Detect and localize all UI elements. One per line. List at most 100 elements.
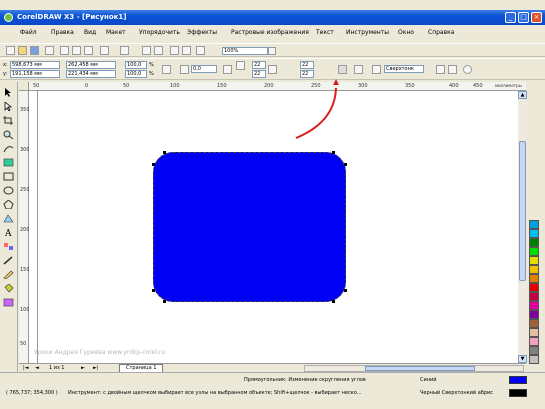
y-position-field[interactable]: 191,158 мм bbox=[10, 70, 60, 78]
palette-swatch[interactable] bbox=[529, 301, 539, 310]
welcome-screen-icon[interactable] bbox=[196, 46, 205, 55]
rectangle-tool-icon[interactable] bbox=[3, 172, 14, 181]
export-icon[interactable] bbox=[154, 46, 163, 55]
maximize-button[interactable]: □ bbox=[518, 12, 529, 23]
outline-pen-icon[interactable] bbox=[372, 65, 381, 74]
height-field[interactable]: 221,434 мм bbox=[66, 70, 116, 78]
menu-help[interactable]: Справка bbox=[428, 29, 454, 36]
palette-swatch[interactable] bbox=[529, 292, 539, 301]
palette-swatch[interactable] bbox=[529, 310, 539, 319]
interactive-fill-tool-icon[interactable] bbox=[3, 298, 14, 307]
menu-view[interactable]: Вид bbox=[84, 29, 96, 36]
palette-swatch[interactable] bbox=[529, 220, 539, 229]
save-icon[interactable] bbox=[30, 46, 39, 55]
palette-swatch[interactable] bbox=[529, 265, 539, 274]
coreldraw-app-icon[interactable] bbox=[4, 13, 13, 22]
palette-swatch[interactable] bbox=[529, 337, 539, 346]
smart-fill-tool-icon[interactable] bbox=[3, 158, 14, 167]
outline-color-swatch[interactable] bbox=[509, 389, 527, 397]
corner-top-left-field[interactable]: 22 bbox=[252, 61, 266, 69]
shape-node[interactable] bbox=[163, 300, 166, 303]
palette-swatch[interactable] bbox=[529, 346, 539, 355]
redo-icon[interactable] bbox=[120, 46, 129, 55]
rotation-angle-field[interactable]: 0,0 bbox=[191, 65, 217, 73]
polygon-tool-icon[interactable] bbox=[3, 199, 14, 210]
shape-node[interactable] bbox=[152, 289, 155, 292]
chevron-down-icon[interactable] bbox=[268, 47, 276, 55]
zoom-level-select[interactable]: 100% bbox=[222, 47, 268, 55]
palette-swatch[interactable] bbox=[529, 238, 539, 247]
lock-ratio-icon[interactable] bbox=[162, 65, 171, 74]
paste-icon[interactable] bbox=[84, 46, 93, 55]
outline-width-select[interactable]: Сверхтонк bbox=[384, 65, 424, 73]
convert-to-curves-icon[interactable] bbox=[463, 65, 472, 74]
mirror-vertical-icon[interactable] bbox=[236, 61, 245, 70]
next-page-icon[interactable]: ► bbox=[81, 365, 85, 371]
undo-icon[interactable] bbox=[100, 46, 109, 55]
freehand-tool-icon[interactable] bbox=[3, 144, 14, 153]
x-position-field[interactable]: 598,673 мм bbox=[10, 61, 60, 69]
menu-layout[interactable]: Макет bbox=[106, 29, 126, 36]
palette-swatch[interactable] bbox=[529, 256, 539, 265]
fill-tool-icon[interactable] bbox=[3, 283, 14, 293]
menu-file[interactable]: Файл bbox=[20, 29, 37, 36]
palette-swatch[interactable] bbox=[529, 229, 539, 238]
drawing-canvas[interactable]: Уроки Андрея Гуреева www.yrokp-corel.ru bbox=[29, 91, 518, 363]
open-folder-icon[interactable] bbox=[18, 46, 27, 55]
shape-node[interactable] bbox=[332, 300, 335, 303]
ruler-origin[interactable] bbox=[19, 82, 29, 91]
rounded-rectangle-shape[interactable] bbox=[153, 152, 346, 302]
vertical-ruler[interactable]: 350 300 250 200 150 100 50 bbox=[19, 91, 30, 363]
shape-node[interactable] bbox=[344, 163, 347, 166]
shape-node[interactable] bbox=[332, 151, 335, 154]
vertical-scrollbar[interactable]: ▲ ▼ bbox=[518, 91, 527, 363]
shape-tool-icon[interactable] bbox=[3, 101, 14, 112]
copy-icon[interactable] bbox=[72, 46, 81, 55]
corel-online-icon[interactable] bbox=[182, 46, 191, 55]
crop-tool-icon[interactable] bbox=[3, 116, 14, 125]
corner-top-right-field[interactable]: 22 bbox=[300, 61, 314, 69]
palette-swatch[interactable] bbox=[529, 283, 539, 292]
menu-arrange[interactable]: Упорядочить bbox=[139, 29, 180, 36]
palette-swatch[interactable] bbox=[529, 319, 539, 328]
zoom-tool-icon[interactable] bbox=[3, 130, 14, 140]
horizontal-scroll-thumb[interactable] bbox=[365, 366, 475, 371]
ellipse-tool-icon[interactable] bbox=[3, 186, 14, 195]
scroll-up-icon[interactable]: ▲ bbox=[518, 91, 527, 99]
basic-shapes-tool-icon[interactable] bbox=[3, 214, 14, 223]
to-front-icon[interactable] bbox=[436, 65, 445, 74]
first-page-icon[interactable]: |◄ bbox=[23, 365, 29, 371]
mirror-horizontal-icon[interactable] bbox=[223, 65, 232, 74]
horizontal-scrollbar[interactable] bbox=[304, 365, 524, 372]
menu-bitmaps[interactable]: Растровые изображения bbox=[231, 29, 309, 36]
last-page-icon[interactable]: ►| bbox=[93, 365, 99, 371]
prev-page-icon[interactable]: ◄ bbox=[35, 365, 39, 371]
scale-x-field[interactable]: 100,0 bbox=[125, 61, 147, 69]
import-icon[interactable] bbox=[142, 46, 151, 55]
scroll-down-icon[interactable]: ▼ bbox=[518, 355, 527, 363]
menu-edit[interactable]: Правка bbox=[51, 29, 74, 36]
palette-swatch[interactable] bbox=[529, 247, 539, 256]
text-tool-icon[interactable]: A bbox=[3, 228, 14, 239]
vertical-scroll-thumb[interactable] bbox=[519, 141, 526, 281]
menu-tools[interactable]: Инструменты bbox=[346, 29, 389, 36]
to-back-icon[interactable] bbox=[448, 65, 457, 74]
eyedropper-tool-icon[interactable] bbox=[3, 256, 14, 265]
palette-swatch[interactable] bbox=[529, 328, 539, 337]
application-launcher-icon[interactable] bbox=[170, 46, 179, 55]
interactive-blend-tool-icon[interactable] bbox=[3, 242, 14, 251]
shape-node[interactable] bbox=[163, 151, 166, 154]
minimize-button[interactable]: _ bbox=[505, 12, 516, 23]
round-corners-together-icon[interactable] bbox=[268, 65, 277, 74]
menu-window[interactable]: Окно bbox=[398, 29, 414, 36]
shape-node[interactable] bbox=[152, 163, 155, 166]
menu-effects[interactable]: Эффекты bbox=[187, 29, 217, 36]
cut-icon[interactable] bbox=[60, 46, 69, 55]
menu-text[interactable]: Текст bbox=[316, 29, 334, 36]
palette-swatch[interactable] bbox=[529, 274, 539, 283]
print-icon[interactable] bbox=[45, 46, 54, 55]
shape-node[interactable] bbox=[344, 289, 347, 292]
close-button[interactable]: × bbox=[531, 12, 542, 23]
new-document-icon[interactable] bbox=[6, 46, 15, 55]
corner-lock-icon[interactable] bbox=[338, 65, 347, 74]
